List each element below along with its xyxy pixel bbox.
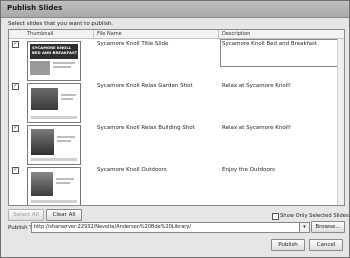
thumbnail-footer-band xyxy=(31,116,77,119)
column-header-file-name[interactable]: File Name xyxy=(97,31,122,37)
thumbnail-photo xyxy=(31,88,58,110)
thumbnail-footer-band xyxy=(31,200,77,203)
thumbnail-text-line xyxy=(53,66,71,68)
browse-button[interactable]: Browse... xyxy=(311,221,345,233)
instruction-text: Select slides that you want to publish. xyxy=(8,21,114,27)
clear-all-button[interactable]: Clear All xyxy=(46,209,82,221)
slide-description: Sycamore Knoll Bed and Breakfast xyxy=(222,41,318,47)
slide-row[interactable]: ✓ SYCAMORE KNOLL BED AND BREAKFAST Sycam… xyxy=(9,39,344,81)
slide-thumbnail: SYCAMORE KNOLL BED AND BREAKFAST xyxy=(27,41,81,81)
slide-file-name: Sycamore Knoll Relax Building Shot xyxy=(97,125,195,131)
show-only-selected-option[interactable]: Show Only Selected Slides xyxy=(272,213,349,220)
slide-checkbox[interactable]: ✓ xyxy=(12,41,19,48)
thumbnail-footer-band xyxy=(31,158,77,161)
publish-to-url-field[interactable]: http://sharserver:22932/Nevoite/Anderson… xyxy=(31,222,301,233)
publish-slides-dialog: Publish Slides Select slides that you wa… xyxy=(0,0,350,258)
thumbnail-title-text: SYCAMORE KNOLL BED AND BREAKFAST xyxy=(32,45,78,55)
slide-row[interactable]: ✓ Sycamore Knoll Outdoors Enjoy the Outd… xyxy=(9,165,344,205)
slide-row[interactable]: ✓ Sycamore Knoll Relax Building Shot Rel… xyxy=(9,123,344,165)
list-scrollbar[interactable] xyxy=(337,39,344,205)
thumbnail-text-line xyxy=(61,98,73,100)
slide-checkbox[interactable]: ✓ xyxy=(12,83,19,90)
thumbnail-text-line xyxy=(57,136,75,138)
slide-checkbox[interactable]: ✓ xyxy=(12,167,19,174)
thumbnail-text-line xyxy=(57,140,71,142)
thumbnail-text-line xyxy=(56,178,74,180)
cancel-button[interactable]: Cancel xyxy=(309,239,343,251)
slide-thumbnail xyxy=(27,125,81,165)
slide-file-name: Sycamore Knoll Outdoors xyxy=(97,167,167,173)
slide-thumbnail xyxy=(27,83,81,123)
column-divider[interactable] xyxy=(218,30,219,38)
slides-list: Thumbnail File Name Description ✓ SYCAMO… xyxy=(8,29,345,206)
slide-checkbox[interactable]: ✓ xyxy=(12,125,19,132)
slide-thumbnail xyxy=(27,167,81,205)
thumbnail-title-band: SYCAMORE KNOLL BED AND BREAKFAST xyxy=(30,44,78,59)
slide-description: Relax at Sycamore Knoll! xyxy=(222,83,291,89)
slide-row[interactable]: ✓ Sycamore Knoll Relax Garden Shot Relax… xyxy=(9,81,344,123)
select-all-button[interactable]: Select All xyxy=(8,209,44,221)
slide-description: Enjoy the Outdoors xyxy=(222,167,275,173)
thumbnail-text-line xyxy=(56,182,70,184)
slide-file-name: Sycamore Knoll Relax Garden Shot xyxy=(97,83,193,89)
title-bar: Publish Slides xyxy=(1,1,349,18)
thumbnail-text-line xyxy=(61,94,76,96)
thumbnail-photo xyxy=(31,172,53,196)
chevron-down-icon[interactable]: ▾ xyxy=(299,222,310,233)
thumbnail-photo xyxy=(30,61,50,75)
publish-button[interactable]: Publish xyxy=(271,239,305,251)
column-header-thumbnail[interactable]: Thumbnail xyxy=(27,31,53,37)
show-only-selected-label: Show Only Selected Slides xyxy=(280,213,349,219)
thumbnail-text-line xyxy=(53,62,75,64)
column-divider[interactable] xyxy=(93,30,94,38)
dialog-title: Publish Slides xyxy=(7,4,63,12)
column-header-row: Thumbnail File Name Description xyxy=(9,30,344,39)
show-only-selected-checkbox[interactable] xyxy=(272,213,279,220)
column-header-description[interactable]: Description xyxy=(222,31,250,37)
thumbnail-photo xyxy=(31,129,54,155)
slide-file-name: Sycamore Knoll Title Slide xyxy=(97,41,169,47)
slide-description: Relax at Sycamore Knoll! xyxy=(222,125,291,131)
